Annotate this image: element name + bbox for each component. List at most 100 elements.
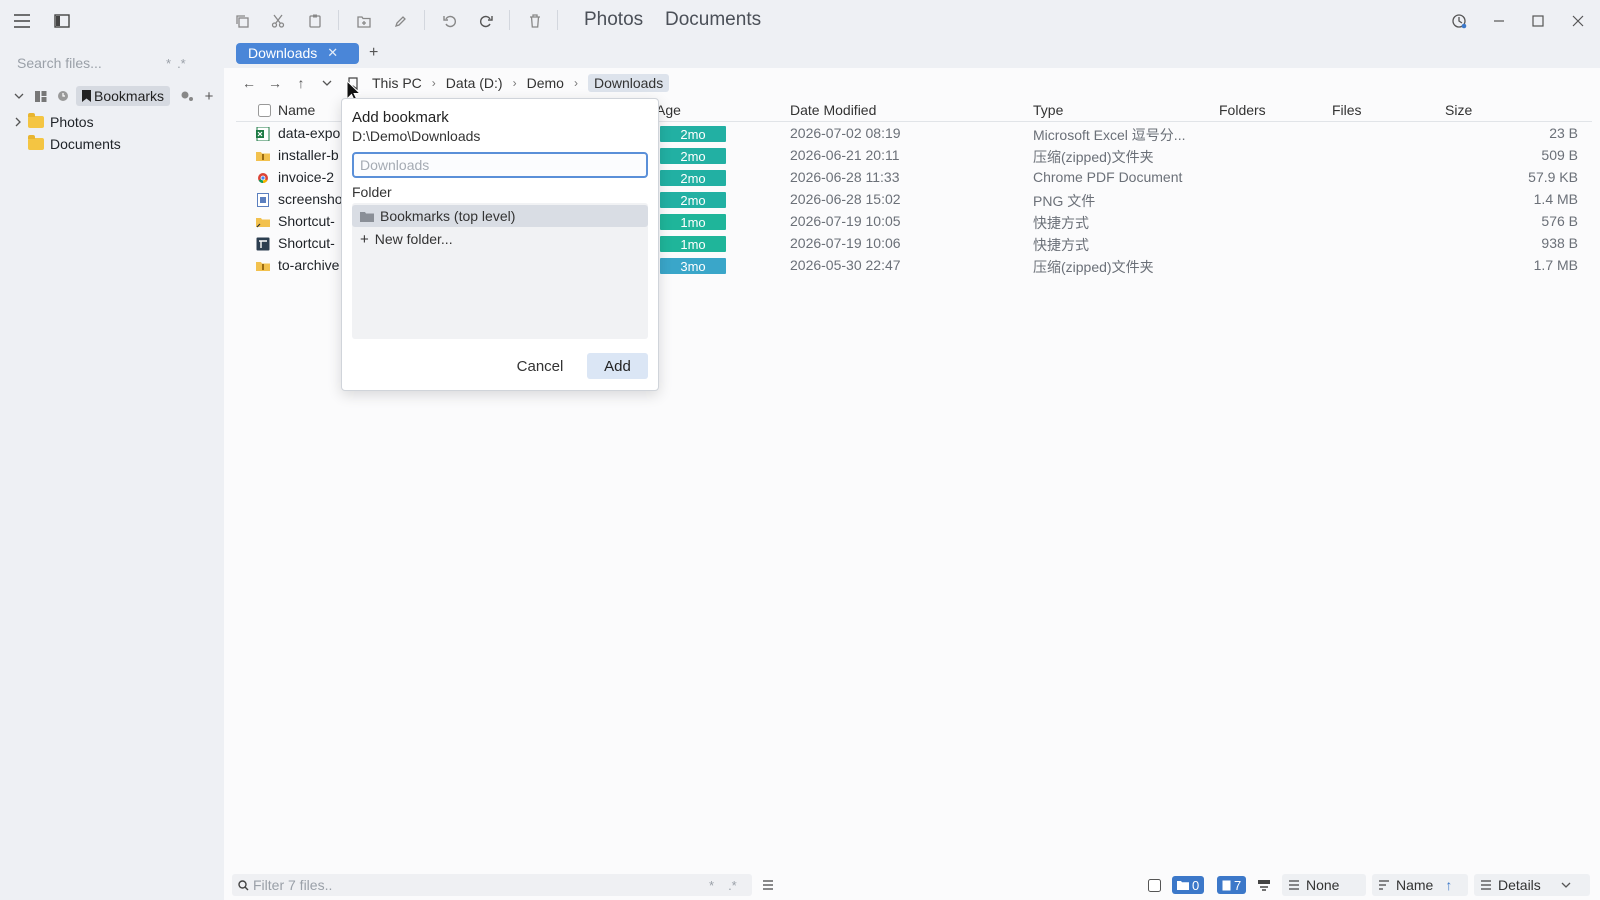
column-type[interactable]: Type <box>1033 102 1063 118</box>
file-name: data-expo <box>278 125 341 141</box>
breadcrumb-demo[interactable]: Demo <box>527 75 564 91</box>
menu-icon[interactable] <box>9 8 35 34</box>
new-folder-label: New folder... <box>374 231 453 247</box>
file-type: PNG 文件 <box>1033 193 1096 209</box>
column-age[interactable]: Age <box>656 102 681 118</box>
file-type: 快捷方式 <box>1033 215 1089 231</box>
minimize-icon[interactable] <box>1484 8 1514 34</box>
title-crumb-photos[interactable]: Photos <box>584 9 643 31</box>
wildcard-toggle[interactable]: * <box>709 878 714 893</box>
column-files[interactable]: Files <box>1332 102 1362 118</box>
regex-toggle[interactable]: .* <box>177 56 186 71</box>
group-by-dropdown[interactable]: None <box>1282 874 1366 896</box>
collapse-chevron-icon[interactable] <box>10 87 28 105</box>
add-button[interactable]: Add <box>587 353 648 379</box>
sidebar-item-photos[interactable]: Photos <box>14 112 94 132</box>
cancel-button[interactable]: Cancel <box>510 353 570 379</box>
column-date-modified[interactable]: Date Modified <box>790 102 876 118</box>
add-icon[interactable]: + <box>200 87 218 105</box>
select-all-checkbox[interactable] <box>258 104 271 120</box>
sidebar: * .* Bookmarks + Photos Documents <box>0 44 222 900</box>
tab-downloads[interactable]: Downloads ✕ <box>236 42 359 64</box>
select-checkbox-icon[interactable] <box>1148 874 1161 896</box>
close-window-icon[interactable] <box>1563 8 1593 34</box>
details-view-icon <box>1481 880 1491 890</box>
back-icon[interactable]: ← <box>236 72 262 94</box>
search-icon <box>238 879 249 890</box>
bookmark-name-input[interactable] <box>352 152 648 178</box>
chevron-right-icon[interactable] <box>14 117 22 127</box>
history-icon[interactable] <box>1444 8 1474 34</box>
file-type: 压缩(zipped)文件夹 <box>1033 149 1154 165</box>
file-size: 57.9 KB <box>1528 169 1578 185</box>
file-size: 1.4 MB <box>1533 191 1578 207</box>
add-bookmark-folder-icon[interactable] <box>178 87 196 105</box>
close-tab-icon[interactable]: ✕ <box>327 45 338 61</box>
column-folders[interactable]: Folders <box>1219 102 1266 118</box>
rename-icon[interactable] <box>387 8 413 34</box>
history-dropdown-icon[interactable] <box>314 72 340 94</box>
zip-folder-icon <box>256 262 270 271</box>
shortcut-app-icon <box>256 237 270 251</box>
new-folder-icon[interactable] <box>351 8 377 34</box>
redo-icon[interactable] <box>473 8 499 34</box>
filter-input[interactable] <box>253 877 703 893</box>
breadcrumb-data-drive[interactable]: Data (D:) <box>446 75 503 91</box>
breadcrumb-downloads[interactable]: Downloads <box>587 74 670 92</box>
sort-icon <box>1379 880 1389 890</box>
up-icon[interactable]: ↑ <box>288 72 314 94</box>
sidebar-item-documents[interactable]: Documents <box>28 134 121 154</box>
files-count-badge[interactable]: 7 <box>1217 874 1247 896</box>
title-crumb-documents[interactable]: Documents <box>665 9 761 31</box>
file-size: 23 B <box>1549 125 1578 141</box>
regex-toggle[interactable]: .* <box>728 878 737 893</box>
folders-count-badge[interactable]: 0 <box>1172 874 1205 896</box>
sidebar-toggle-icon[interactable] <box>49 8 75 34</box>
file-size: 1.7 MB <box>1533 257 1578 273</box>
column-name[interactable]: Name <box>278 102 315 118</box>
list-icon <box>1289 880 1299 890</box>
view-mode-dropdown[interactable]: Details <box>1474 874 1590 896</box>
wildcard-toggle[interactable]: * <box>166 56 171 71</box>
maximize-icon[interactable] <box>1523 8 1553 34</box>
file-size: 509 B <box>1541 147 1578 163</box>
new-folder-option[interactable]: + New folder... <box>352 228 453 250</box>
sort-value: Name <box>1396 877 1434 893</box>
file-date: 2026-06-28 15:02 <box>790 191 901 207</box>
grid-view-icon[interactable] <box>32 87 50 105</box>
zip-folder-icon <box>256 152 270 161</box>
new-tab-button[interactable]: + <box>369 44 378 62</box>
group-by-value: None <box>1306 877 1340 893</box>
folder-icon <box>1177 881 1189 890</box>
file-type: 压缩(zipped)文件夹 <box>1033 259 1154 275</box>
file-size: 576 B <box>1541 213 1578 229</box>
file-date: 2026-06-28 11:33 <box>790 169 900 185</box>
chrome-icon <box>258 173 268 183</box>
sort-ascending-icon[interactable]: ↑ <box>1445 877 1452 893</box>
folder-option-label: Bookmarks (top level) <box>380 208 516 224</box>
top-toolbar: Photos Documents <box>0 0 1600 42</box>
view-mode-value: Details <box>1498 877 1541 893</box>
delete-icon[interactable] <box>522 8 548 34</box>
image-file-icon <box>257 193 269 207</box>
excel-icon <box>256 127 270 141</box>
paste-icon[interactable] <box>302 8 328 34</box>
shortcut-folder-icon <box>256 218 270 228</box>
cut-icon[interactable] <box>265 8 291 34</box>
undo-icon[interactable] <box>437 8 463 34</box>
folder-list: Bookmarks (top level) + New folder... <box>352 203 648 339</box>
copy-icon[interactable] <box>229 8 255 34</box>
file-date: 2026-07-19 10:06 <box>790 235 901 251</box>
bookmark-path: D:\Demo\Downloads <box>352 128 481 144</box>
breadcrumb-this-pc[interactable]: This PC <box>372 75 422 91</box>
list-options-icon[interactable] <box>762 874 774 896</box>
layout-toggle-icon[interactable] <box>1257 874 1271 896</box>
forward-icon[interactable]: → <box>262 72 288 94</box>
search-files-input[interactable] <box>10 55 160 71</box>
toolbar-separator <box>338 10 339 30</box>
recent-icon[interactable] <box>54 87 72 105</box>
column-size[interactable]: Size <box>1445 102 1472 118</box>
sort-dropdown[interactable]: Name ↑ <box>1372 874 1468 896</box>
bookmarks-tab[interactable]: Bookmarks <box>76 86 171 106</box>
folder-option-top-level[interactable]: Bookmarks (top level) <box>352 205 648 227</box>
